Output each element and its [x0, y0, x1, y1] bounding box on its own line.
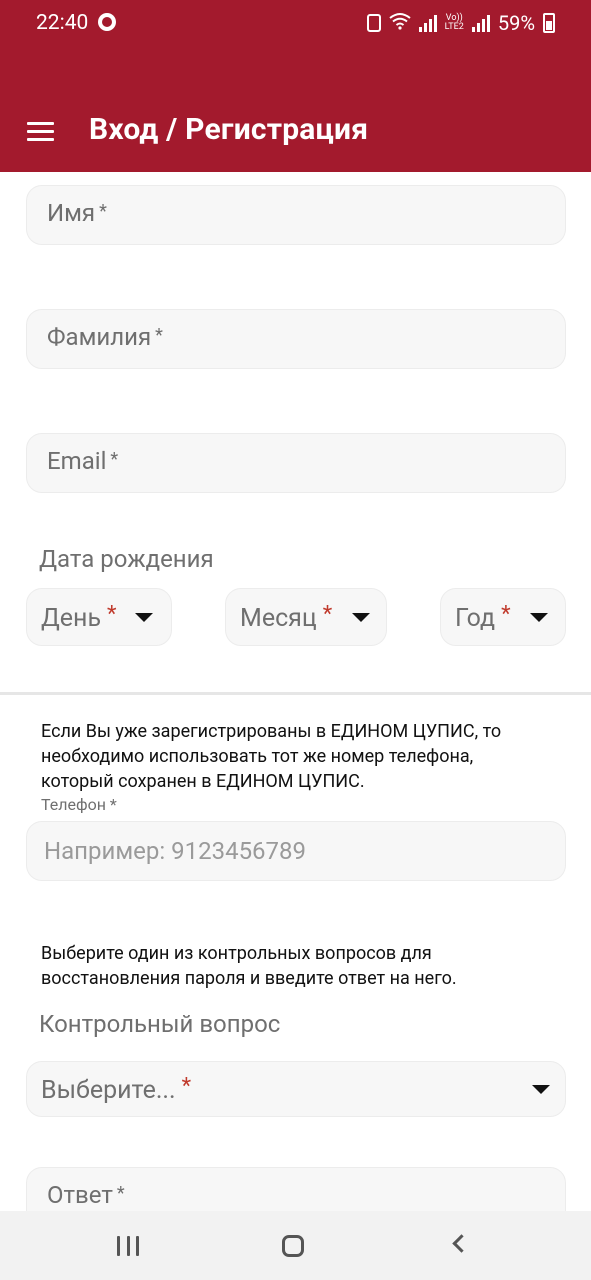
day-label: День * [41, 602, 117, 633]
page-title: Вход / Регистрация [89, 112, 369, 147]
hamburger-menu-icon[interactable] [27, 122, 54, 142]
signal-icon [418, 14, 437, 32]
phone-label: Телефон * [41, 795, 117, 814]
home-icon[interactable] [282, 1235, 304, 1257]
chevron-down-icon [352, 613, 370, 622]
first-name-label: Имя * [47, 199, 107, 227]
status-time: 22:40 [36, 11, 89, 35]
question-info-text: Выберите один из контрольных вопросов дл… [41, 943, 457, 989]
year-label: Год * [455, 602, 511, 633]
first-name-field[interactable]: Имя * [26, 185, 566, 245]
security-question-value: Выберите... * [41, 1074, 192, 1105]
phone-info-text: Если Вы уже зарегистрированы в ЕДИНОМ ЦУ… [41, 721, 502, 792]
chevron-down-icon [532, 1085, 550, 1094]
app-bar: Вход / Регистрация [0, 45, 591, 172]
battery-icon [543, 13, 555, 33]
year-select[interactable]: Год * [440, 588, 566, 646]
month-label: Месяц * [240, 602, 333, 633]
signal-icon-2 [471, 14, 490, 32]
wifi-icon [389, 12, 411, 35]
battery-percent: 59% [497, 11, 535, 35]
month-select[interactable]: Месяц * [225, 588, 387, 646]
security-question-select[interactable]: Выберите... * [26, 1061, 566, 1117]
chevron-down-icon [135, 613, 153, 622]
section-divider [0, 692, 591, 695]
email-field[interactable]: Email * [26, 433, 566, 493]
recent-apps-icon[interactable] [117, 1236, 139, 1256]
email-label: Email * [47, 447, 119, 475]
chevron-down-icon [530, 613, 548, 622]
status-bar: 22:40 Vo)) LTE2 59% [0, 0, 591, 45]
birth-date-label: Дата рождения [39, 545, 214, 573]
lock-icon [366, 14, 381, 32]
phone-input[interactable]: Например: 9123456789 [26, 821, 566, 881]
security-question-label: Контрольный вопрос [39, 1010, 281, 1038]
volte-icon: Vo)) LTE2 [444, 13, 464, 32]
answer-label: Ответ * [47, 1181, 125, 1209]
app-shield-icon [98, 13, 116, 31]
last-name-label: Фамилия * [47, 323, 163, 351]
navigation-bar [0, 1211, 591, 1280]
back-icon[interactable] [452, 1234, 471, 1253]
phone-placeholder: Например: 9123456789 [44, 837, 307, 865]
last-name-field[interactable]: Фамилия * [26, 309, 566, 369]
system-icons: Vo)) LTE2 59% [366, 11, 555, 35]
day-select[interactable]: День * [26, 588, 172, 646]
